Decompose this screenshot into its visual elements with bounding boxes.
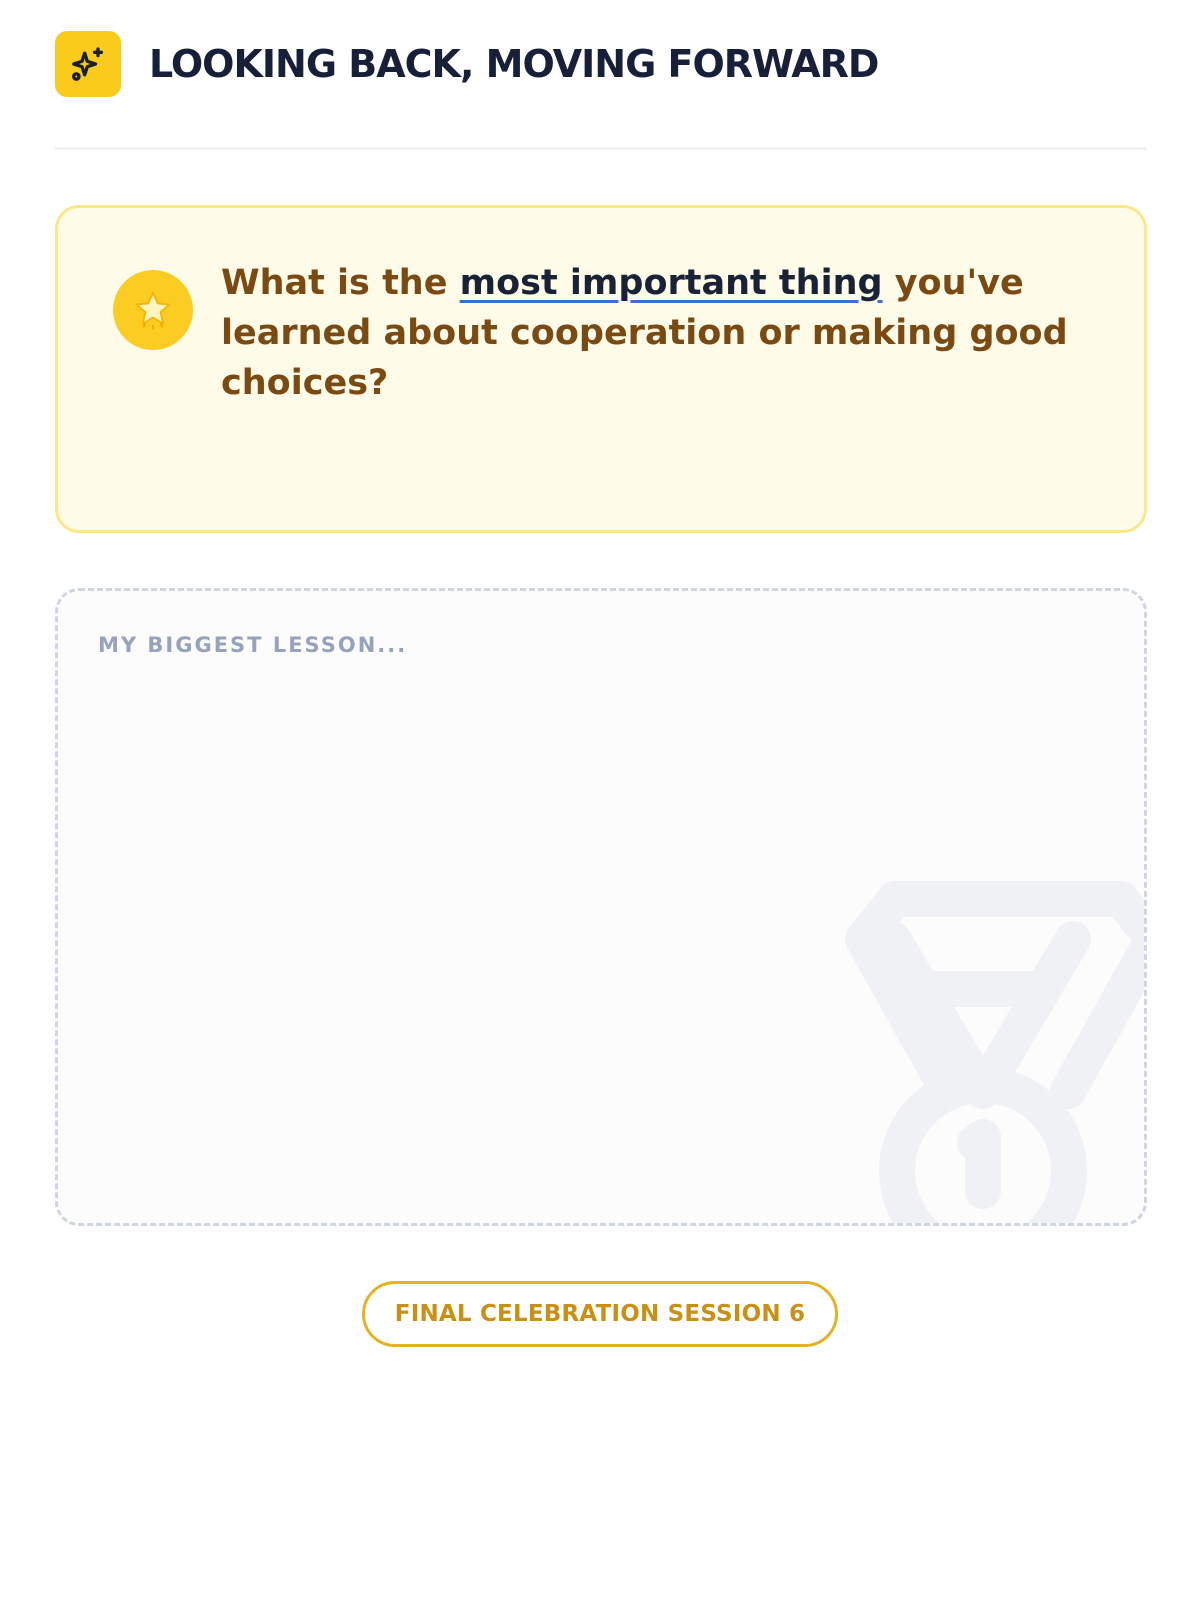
prompt-card: What is the most important thing you've …	[55, 205, 1147, 533]
answer-area	[55, 588, 1147, 1226]
reflection-page: LOOKING BACK, MOVING FORWARD What is the…	[55, 0, 1147, 1347]
page-title: LOOKING BACK, MOVING FORWARD	[149, 41, 879, 86]
prompt-text-start: What is the	[221, 263, 460, 303]
prompt-question: What is the most important thing you've …	[221, 258, 1081, 408]
final-celebration-session-button[interactable]: FINAL CELEBRATION SESSION 6	[362, 1281, 838, 1347]
biggest-lesson-input[interactable]	[98, 633, 1098, 1173]
star-badge-icon	[113, 270, 193, 350]
sparkles-icon	[55, 30, 121, 97]
page-header: LOOKING BACK, MOVING FORWARD	[55, 0, 1147, 150]
prompt-highlight: most important thing	[459, 263, 883, 303]
